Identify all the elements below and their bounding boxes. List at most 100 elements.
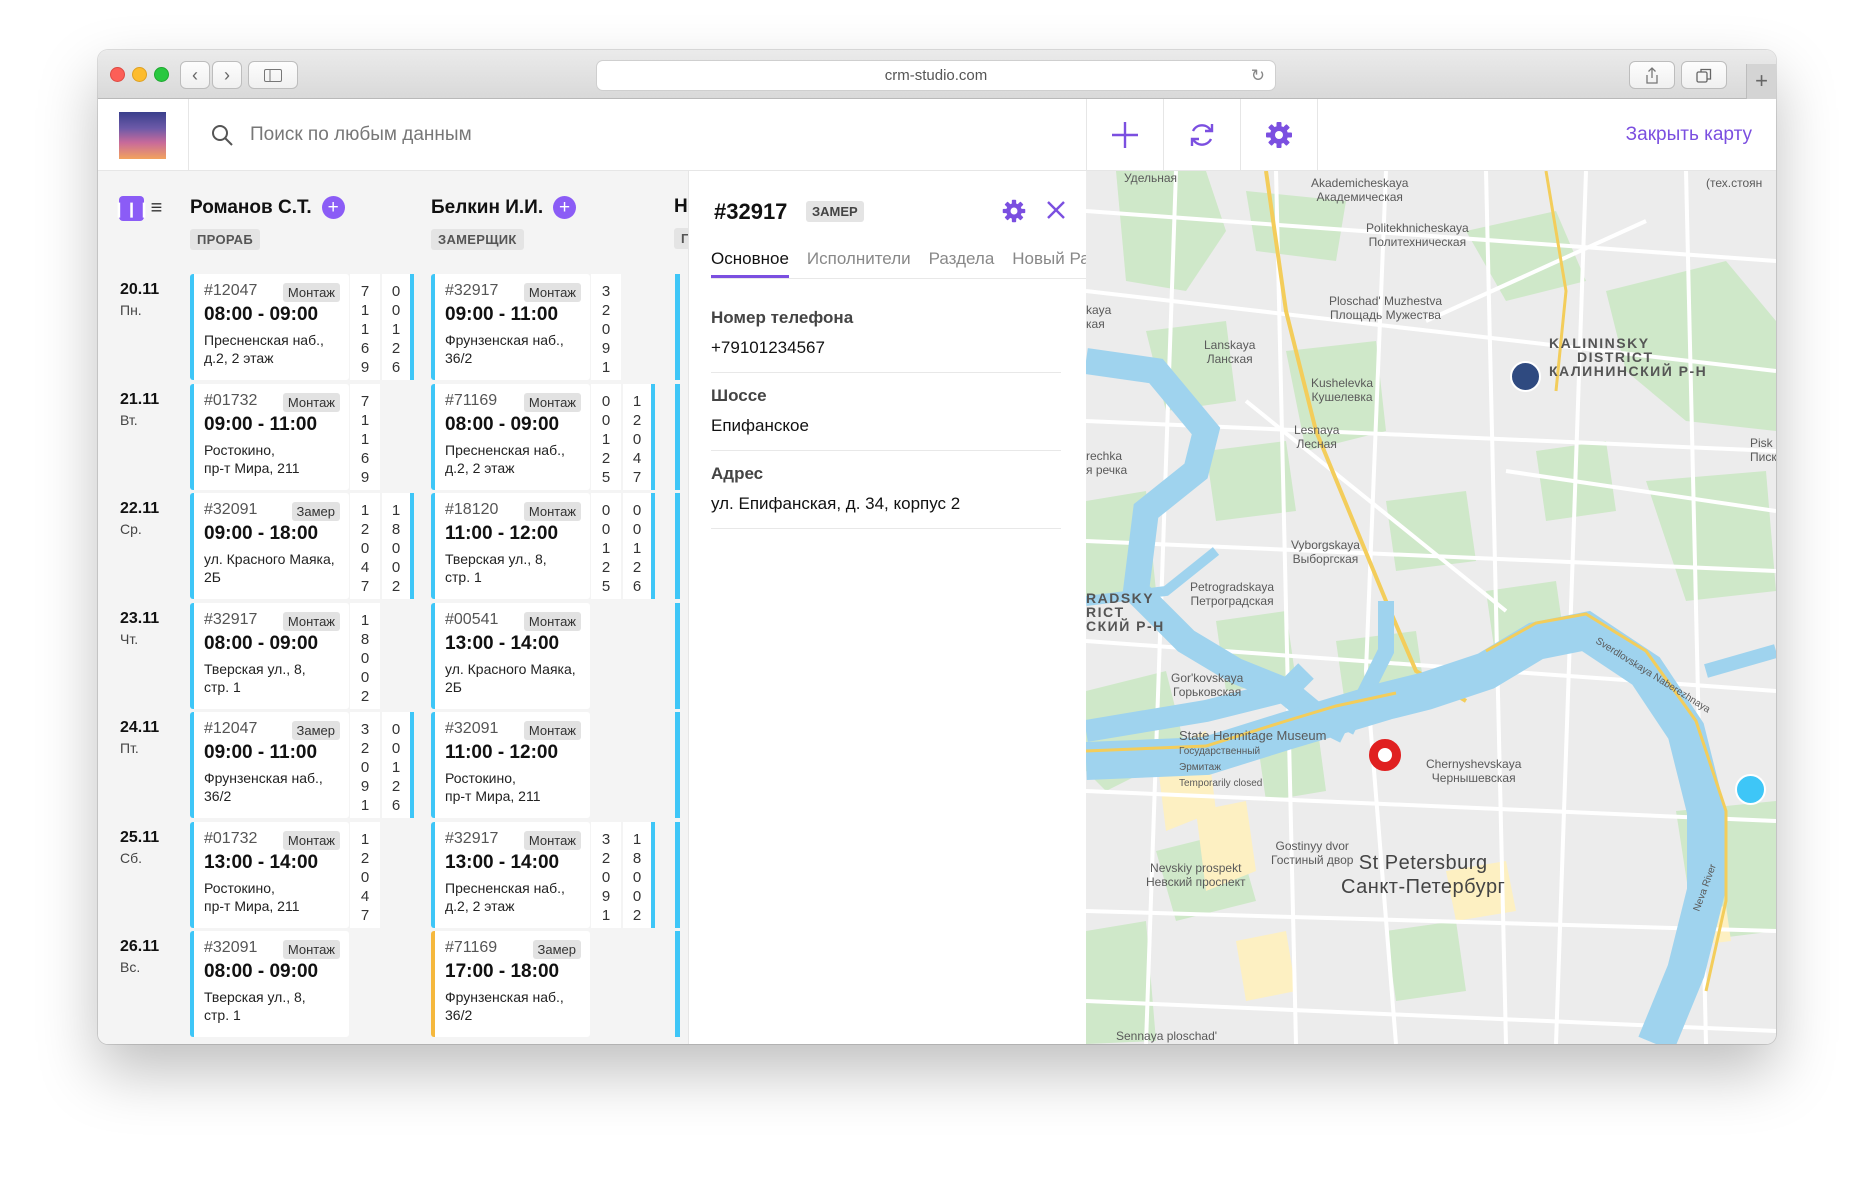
task-address-line: Тверская ул., 8, bbox=[204, 660, 306, 677]
task-card[interactable]: #32917 Монтаж 08:00 - 09:00 Тверская ул., 8… bbox=[190, 602, 349, 709]
add-task-button[interactable]: + bbox=[553, 196, 577, 219]
task-card[interactable]: #12047 Замер 09:00 - 11:00 Фрунзенская наб.… bbox=[190, 712, 349, 818]
task-address: ул. Красного Маяка, 2Б bbox=[445, 660, 580, 696]
add-button[interactable] bbox=[1087, 99, 1163, 171]
tab-performers[interactable]: Исполнители bbox=[807, 249, 911, 275]
task-code-column: 18002 bbox=[350, 602, 380, 709]
task-card[interactable]: #12047 Монтаж 08:00 - 09:00 Пресненская наб… bbox=[190, 274, 349, 380]
third-column-strip bbox=[675, 931, 680, 1037]
minimize-window-button[interactable] bbox=[132, 67, 147, 82]
task-address: Фрунзенская наб., 36/2 bbox=[445, 331, 580, 367]
task-address-line: Ростокино, bbox=[204, 879, 275, 896]
task-address-line: Тверская ул., 8, bbox=[445, 551, 547, 567]
task-time: 17:00 - 18:00 bbox=[445, 961, 560, 982]
field-value[interactable]: Епифанское bbox=[711, 416, 1061, 436]
close-icon[interactable] bbox=[1044, 198, 1068, 222]
task-type-badge: Монтаж bbox=[523, 830, 581, 850]
tabs-overview-button[interactable] bbox=[1681, 61, 1727, 89]
new-tab-button[interactable]: + bbox=[1746, 64, 1776, 99]
tab-sections[interactable]: Раздела bbox=[929, 249, 995, 275]
task-code-column: 12047 bbox=[350, 821, 380, 928]
close-map-link[interactable]: Закрыть карту bbox=[1626, 124, 1752, 146]
task-time: 11:00 - 12:00 bbox=[445, 742, 559, 763]
employee-header: Романов С.Т. + ПРОРАБ bbox=[190, 196, 345, 250]
map-label: (тех.стоян bbox=[1706, 176, 1763, 190]
task-card[interactable]: #01732 Монтаж 13:00 - 14:00 Ростокино, пр-т … bbox=[190, 821, 349, 928]
gear-icon bbox=[1266, 122, 1292, 148]
task-card[interactable]: #01732 Монтаж 09:00 - 11:00 Ростокино, пр-т … bbox=[190, 383, 349, 490]
search-input[interactable] bbox=[250, 119, 850, 151]
task-type-badge: Монтаж bbox=[282, 940, 340, 959]
task-card[interactable]: #32091 Монтаж 08:00 - 09:00 Тверская ул., 8… bbox=[190, 931, 349, 1037]
tab-main[interactable]: Основное bbox=[711, 249, 789, 278]
reload-icon[interactable]: ↻ bbox=[1251, 61, 1265, 91]
map-label: Politekhnicheskaya Политехническая bbox=[1366, 221, 1469, 249]
field-value[interactable]: +79101234567 bbox=[711, 338, 1061, 358]
task-code-column: 32091 bbox=[591, 821, 621, 928]
day-label: 20.11 Пн. bbox=[120, 281, 159, 318]
task-card[interactable]: #32917 Монтаж 13:00 - 14:00 Пресненская наб… bbox=[431, 821, 590, 928]
chevron-right-icon: › bbox=[224, 64, 230, 85]
task-address-line: Тверская ул., 8, bbox=[204, 989, 306, 1005]
city-label: St Petersburg Санкт-Петербург bbox=[1341, 852, 1506, 898]
task-address: Ростокино, пр-т Мира, 211 bbox=[445, 769, 580, 805]
task-address-line: Фрунзенская наб., bbox=[445, 332, 564, 348]
task-card[interactable]: #00541 Монтаж 13:00 - 14:00 ул. Красного Ма… bbox=[431, 602, 590, 709]
list-view-button[interactable]: ≡ bbox=[144, 196, 169, 221]
forward-button[interactable]: › bbox=[212, 61, 242, 89]
map-panel[interactable]: Удельная Akademicheskaya Академическая (т… bbox=[1086, 171, 1776, 1044]
refresh-button[interactable] bbox=[1164, 99, 1240, 171]
day-weekday: Пн. bbox=[120, 302, 142, 318]
zoom-window-button[interactable] bbox=[154, 67, 169, 82]
task-time: 09:00 - 11:00 bbox=[204, 742, 318, 763]
address-bar[interactable]: crm-studio.com ↻ bbox=[596, 60, 1276, 91]
task-address-line: Пресненская наб., bbox=[445, 879, 565, 896]
task-card[interactable]: #18120 Монтаж 11:00 - 12:00 Тверская ул., 8… bbox=[431, 493, 590, 599]
task-type-badge: Монтаж bbox=[523, 611, 581, 631]
field-value[interactable]: ул. Епифанская, д. 34, корпус 2 bbox=[711, 494, 1061, 514]
task-type-badge: Монтаж bbox=[523, 721, 581, 740]
day-label: 23.11 Чт. bbox=[120, 610, 159, 647]
task-code-column: 18002 bbox=[623, 821, 655, 928]
map-pin-dark-blue[interactable] bbox=[1510, 361, 1541, 392]
employee-name: Романов С.Т. bbox=[190, 196, 312, 218]
task-type-badge: Монтаж bbox=[282, 392, 340, 412]
header-divider bbox=[188, 99, 189, 171]
share-button[interactable] bbox=[1629, 61, 1675, 89]
add-task-button[interactable]: + bbox=[321, 196, 345, 219]
task-card[interactable]: #32091 Замер 09:00 - 18:00 ул. Красного Мая… bbox=[190, 493, 349, 599]
columns-view-button[interactable]: ❙❙❙ bbox=[113, 196, 150, 221]
task-address-line: пр-т Мира, 211 bbox=[445, 788, 541, 804]
task-time: 09:00 - 11:00 bbox=[445, 304, 559, 325]
map-label: rechka я речка bbox=[1086, 449, 1128, 477]
task-card[interactable]: #71169 Монтаж 08:00 - 09:00 Пресненская наб… bbox=[431, 383, 590, 490]
task-card[interactable]: #71169 Замер 17:00 - 18:00 Фрунзенская наб.… bbox=[431, 931, 590, 1037]
task-card[interactable]: #32091 Монтаж 11:00 - 12:00 Ростокино, пр-т … bbox=[431, 712, 590, 818]
back-button[interactable]: ‹ bbox=[180, 61, 210, 89]
task-address: Пресненская наб., д.2, 2 этаж bbox=[445, 441, 580, 477]
map-pin-red[interactable] bbox=[1369, 739, 1401, 771]
task-card[interactable]: #32917 Монтаж 09:00 - 11:00 Фрунзенская наб… bbox=[431, 274, 590, 380]
day-label: 24.11 Пт. bbox=[120, 719, 159, 756]
app-logo[interactable] bbox=[119, 112, 166, 159]
task-address-line: 2Б bbox=[445, 678, 462, 695]
app-header: Закрыть карту bbox=[98, 99, 1776, 171]
task-address: Фрунзенская наб., 36/2 bbox=[445, 988, 580, 1024]
tab-new[interactable]: Новый Ра bbox=[1012, 249, 1087, 275]
browser-window: ‹ › crm-studio.com ↻ + Поиск по любым да… bbox=[98, 50, 1776, 1044]
map-label: Gor'kovskaya Горьковская bbox=[1171, 671, 1244, 699]
task-time: 13:00 - 14:00 bbox=[445, 632, 560, 654]
order-type-badge: ЗАМЕР bbox=[806, 201, 864, 222]
search-icon bbox=[212, 125, 233, 146]
task-address: ул. Красного Маяка, 2Б bbox=[204, 550, 339, 586]
close-window-button[interactable] bbox=[110, 67, 125, 82]
task-type-badge: Монтаж bbox=[282, 611, 340, 631]
schedule-panel: ❙❙❙ ≡ Романов С.Т. + ПРОРАБ Белкин И.И. + … bbox=[98, 171, 688, 1044]
task-code-column: 71169 bbox=[350, 274, 380, 380]
map-pin-light-blue[interactable] bbox=[1735, 774, 1766, 805]
gear-icon[interactable] bbox=[1001, 198, 1027, 224]
sidebar-toggle-button[interactable] bbox=[248, 61, 298, 89]
task-address: Тверская ул., 8, стр. 1 bbox=[204, 988, 339, 1024]
share-icon bbox=[1646, 66, 1658, 84]
settings-button[interactable] bbox=[1241, 99, 1317, 171]
